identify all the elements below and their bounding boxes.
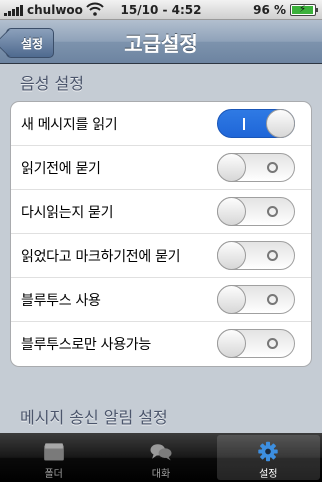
- settings-row: 다시읽는지 묻기: [11, 190, 311, 234]
- tab-chat[interactable]: 대화: [109, 435, 212, 480]
- tab-chat-label: 대화: [151, 469, 171, 480]
- status-bar: chulwoo 15/10 - 4:52 96 % ⚡: [0, 0, 322, 20]
- settings-row: 새 메시지를 읽기: [11, 102, 311, 146]
- toggle-knob[interactable]: [217, 153, 246, 182]
- toggle-off-glyph-icon: [264, 198, 280, 225]
- tab-folder[interactable]: 폴더: [2, 435, 105, 480]
- toggle-knob[interactable]: [217, 285, 246, 314]
- toggle-off-glyph-icon: [264, 286, 280, 313]
- settings-row: 읽기전에 묻기: [11, 146, 311, 190]
- tab-settings[interactable]: 설정: [216, 435, 320, 480]
- toggle-knob[interactable]: [266, 109, 295, 138]
- toggle-switch[interactable]: [217, 329, 295, 358]
- toggle-switch[interactable]: [217, 285, 295, 314]
- toggle-knob[interactable]: [217, 329, 246, 358]
- tab-folder-label: 폴더: [44, 469, 63, 480]
- gear-icon: [258, 441, 279, 462]
- toggle-switch[interactable]: [217, 109, 295, 138]
- setting-label: 블루투스 사용: [21, 292, 101, 309]
- tab-settings-label: 설정: [259, 469, 278, 480]
- setting-label: 블루투스로만 사용가능: [21, 337, 151, 353]
- folder-icon: [43, 443, 64, 461]
- tab-bar: 폴더 대화 설정: [0, 433, 322, 482]
- battery-icon: ⚡: [290, 4, 318, 16]
- toggle-knob[interactable]: [217, 197, 246, 226]
- chat-bubbles-icon: [150, 444, 172, 461]
- toggle-off-glyph-icon: [264, 242, 280, 269]
- voice-settings-group: 새 메시지를 읽기읽기전에 묻기다시읽는지 묻기읽었다고 마크하기전에 묻기블루…: [10, 101, 312, 367]
- setting-label: 새 메시지를 읽기: [21, 116, 118, 133]
- setting-label: 다시읽는지 묻기: [21, 204, 114, 221]
- navigation-bar: 설정 고급설정: [0, 20, 322, 64]
- section-header-send-notification: 메시지 송신 알림 설정: [20, 408, 168, 427]
- toggle-off-glyph-icon: [264, 154, 280, 181]
- toggle-switch[interactable]: [217, 197, 295, 226]
- toggle-switch[interactable]: [217, 241, 295, 270]
- toggle-off-glyph-icon: [264, 330, 280, 357]
- setting-label: 읽었다고 마크하기전에 묻기: [21, 248, 181, 265]
- section-header-voice: 음성 설정: [20, 74, 84, 93]
- battery-status: 96 % ⚡: [253, 3, 318, 17]
- page-title: 고급설정: [124, 32, 198, 56]
- toggle-switch[interactable]: [217, 153, 295, 182]
- settings-row: 블루투스 사용: [11, 278, 311, 322]
- battery-percent: 96 %: [253, 3, 286, 17]
- settings-row: 읽었다고 마크하기전에 묻기: [11, 234, 311, 278]
- settings-row: 블루투스로만 사용가능: [11, 322, 311, 366]
- setting-label: 읽기전에 묻기: [21, 160, 101, 177]
- toggle-knob[interactable]: [217, 241, 246, 270]
- toggle-on-glyph-icon: [236, 110, 252, 137]
